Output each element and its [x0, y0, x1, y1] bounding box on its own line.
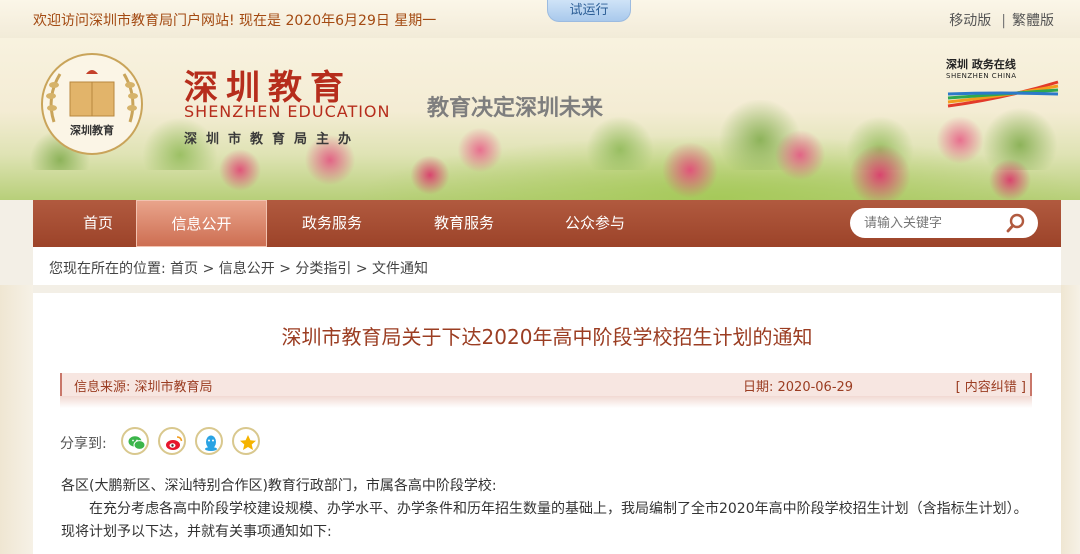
- left-margin: [0, 285, 33, 554]
- weibo-icon: [166, 436, 183, 450]
- brand-name-en: SHENZHEN EDUCATION: [184, 102, 391, 121]
- article-body: 各区(大鹏新区、深汕特别合作区)教育行政部门，市属各高中阶段学校: 在充分考虑各…: [61, 475, 1036, 544]
- search-input[interactable]: [864, 214, 1004, 232]
- right-margin: [1061, 285, 1080, 554]
- welcome-text: 欢迎访问深圳市教育局门户网站! 现在是 2020年6月29日 星期一: [33, 13, 437, 29]
- nav-item-education-services[interactable]: 教育服务: [399, 200, 529, 247]
- breadcrumb: 您现在所在的位置: 首页 > 信息公开 > 分类指引 > 文件通知: [33, 247, 1061, 285]
- wechat-icon: [128, 436, 146, 450]
- top-links: 移动版 | 繁體版: [949, 10, 1054, 30]
- trial-badge: 试运行: [547, 0, 631, 22]
- emblem-text: 深圳教育: [70, 123, 114, 137]
- rainbow-ribbon-icon: [947, 80, 1059, 108]
- qzone-icon: [240, 435, 256, 450]
- header-banner: 深圳教育 深圳教育 SHENZHEN EDUCATION 深圳市教育局主办 教育…: [0, 38, 1080, 200]
- share-weibo-button[interactable]: [158, 427, 186, 455]
- qq-icon: [205, 435, 217, 451]
- share-label: 分享到:: [60, 436, 107, 452]
- nav-item-info-disclosure[interactable]: 信息公开: [136, 200, 267, 247]
- article-title: 深圳市教育局关于下达2020年高中阶段学校招生计划的通知: [281, 325, 813, 349]
- article-meta-bar: 信息来源: 深圳市教育局 日期: 2020-06-29 [ 内容纠错 ]: [60, 373, 1032, 396]
- meta-shadow: [60, 396, 1032, 408]
- brand-subtitle: 深圳市教育局主办: [184, 132, 361, 147]
- slogan: 教育决定深圳未来: [427, 95, 604, 121]
- nav-item-public-participation[interactable]: 公众参与: [530, 200, 660, 247]
- sz-logo-cn: 深圳 政务在线: [946, 58, 1016, 71]
- article-salutation: 各区(大鹏新区、深汕特别合作区)教育行政部门，市属各高中阶段学校:: [61, 478, 497, 494]
- top-bar: 欢迎访问深圳市教育局门户网站! 现在是 2020年6月29日 星期一 试运行 移…: [0, 0, 1080, 38]
- report-error-link[interactable]: [ 内容纠错 ]: [956, 376, 1026, 395]
- share-wechat-button[interactable]: [121, 427, 149, 455]
- top-links-separator: |: [1001, 13, 1006, 29]
- sz-logo-en: SHENZHEN CHINA: [946, 72, 1017, 80]
- traditional-chinese-link[interactable]: 繁體版: [1012, 13, 1054, 29]
- share-qzone-button[interactable]: [232, 427, 260, 455]
- nav-item-government-services[interactable]: 政务服务: [267, 200, 397, 247]
- share-qq-button[interactable]: [195, 427, 223, 455]
- article-container: 深圳市教育局关于下达2020年高中阶段学校招生计划的通知 信息来源: 深圳市教育…: [33, 293, 1061, 554]
- article-paragraph: 在充分考虑各高中阶段学校建设规模、办学水平、办学条件和历年招生数量的基础上，我局…: [61, 501, 1028, 540]
- search-box: [850, 208, 1038, 238]
- article-date: 日期: 2020-06-29: [743, 380, 854, 395]
- article-source: 信息来源: 深圳市教育局: [74, 380, 213, 395]
- education-emblem-logo[interactable]: 深圳教育: [36, 52, 148, 156]
- mobile-version-link[interactable]: 移动版: [949, 13, 991, 29]
- shenzhen-government-logo[interactable]: 深圳 政务在线 SHENZHEN CHINA: [946, 56, 1062, 110]
- search-icon[interactable]: [1006, 213, 1026, 233]
- main-nav: 首页 信息公开 政务服务 教育服务 公众参与: [33, 200, 1061, 247]
